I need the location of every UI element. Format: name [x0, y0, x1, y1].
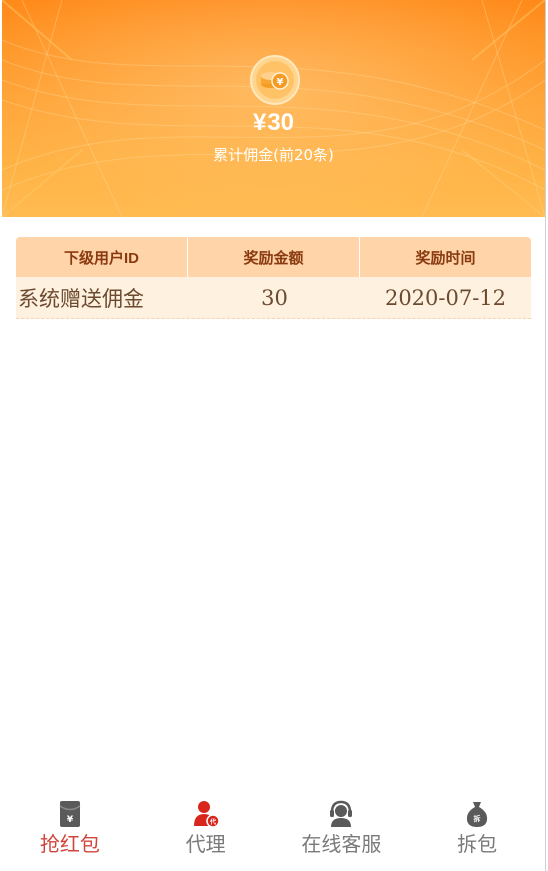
nav-label-open-packet: 拆包 [457, 832, 498, 856]
commission-table: 下级用户ID 奖励金额 奖励时间 系统赠送佣金 30 2020-07-12 [16, 237, 531, 319]
nav-label-grab-red-packet: 抢红包 [39, 832, 100, 856]
svg-text:¥: ¥ [277, 77, 284, 88]
commission-banner: ¥ ¥30 累计佣金(前20条) [2, 0, 545, 217]
nav-item-open-packet[interactable]: 拆 拆包 [409, 790, 545, 871]
money-bag-icon: 拆 [462, 800, 492, 828]
red-packet-icon: ¥ [55, 800, 85, 828]
page: ¥ ¥30 累计佣金(前20条) 下级用户ID 奖励金额 奖励时间 系统赠送佣金… [0, 0, 545, 871]
cell-reward-time: 2020-07-12 [384, 285, 507, 310]
column-header-reward-time: 奖励时间 [359, 237, 531, 277]
cell-user-id: 系统赠送佣金 [18, 286, 144, 311]
nav-item-customer-service[interactable]: 在线客服 [274, 790, 410, 871]
svg-text:代: 代 [209, 818, 216, 826]
svg-text:¥: ¥ [67, 815, 74, 825]
currency-symbol: ¥ [252, 109, 267, 136]
customer-service-icon [326, 800, 356, 828]
table-row: 系统赠送佣金 30 2020-07-12 [16, 277, 531, 319]
bottom-nav: ¥ 抢红包 代 代理 在线客服 拆 拆包 [2, 790, 545, 871]
nav-label-customer-service: 在线客服 [301, 832, 382, 856]
agent-user-icon: 代 [191, 800, 221, 828]
total-commission-amount: ¥30 [2, 106, 545, 140]
cell-reward-amount: 30 [261, 285, 288, 310]
column-header-reward-amount: 奖励金额 [187, 237, 359, 277]
nav-item-agent[interactable]: 代 代理 [138, 790, 274, 871]
amount-value: 30 [267, 109, 295, 136]
nav-label-agent: 代理 [185, 832, 226, 856]
svg-text:拆: 拆 [474, 814, 481, 823]
total-commission-label: 累计佣金(前20条) [213, 146, 334, 164]
nav-item-grab-red-packet[interactable]: ¥ 抢红包 [2, 790, 138, 871]
column-header-subordinate-id: 下级用户ID [63, 249, 139, 267]
table-header: 下级用户ID 奖励金额 奖励时间 [16, 237, 531, 277]
coins-icon: ¥ [249, 54, 301, 106]
